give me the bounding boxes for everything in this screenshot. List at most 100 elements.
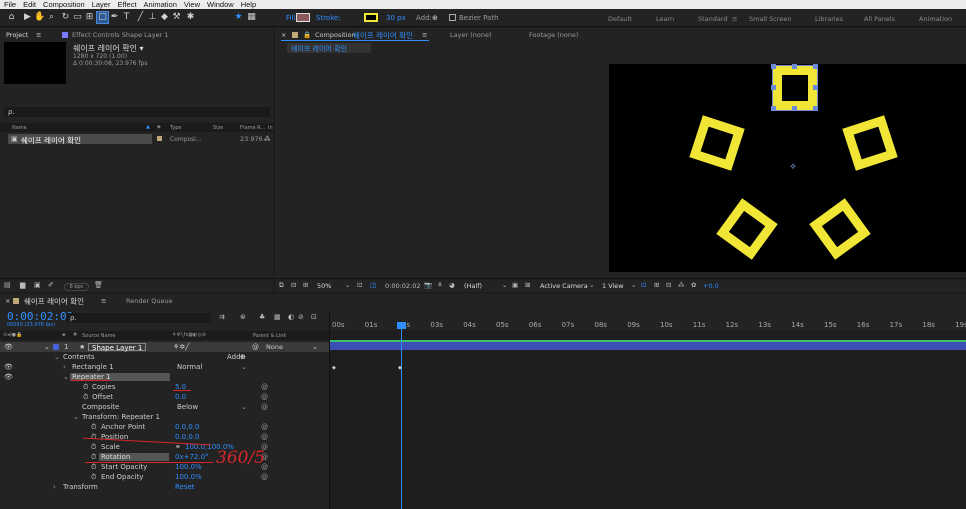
repeater-eye-icon[interactable]: 👁 — [4, 372, 13, 382]
copies-pickwhip-icon[interactable]: @ — [261, 382, 268, 392]
pen-tool-icon[interactable]: ✒ — [109, 12, 120, 23]
puppet-tool-icon[interactable]: ✱ — [185, 12, 196, 23]
snapping-star-icon[interactable]: ★ — [233, 12, 244, 23]
draft-3d-icon[interactable]: ⊟ — [291, 281, 296, 289]
keyframe-marker[interactable]: ◆ — [332, 365, 336, 371]
project-item-name[interactable]: 쉐이프 레이어 확인 — [21, 135, 81, 146]
workspace-small-screen[interactable]: Small Screen — [749, 15, 791, 23]
position-pickwhip-icon[interactable]: @ — [261, 432, 268, 442]
zoom-select[interactable]: 50% — [317, 282, 331, 290]
comp-tab-menu-icon[interactable]: ≡ — [422, 31, 427, 39]
layer-duration-bar[interactable] — [330, 342, 966, 350]
end-opacity-pickwhip-icon[interactable]: @ — [261, 472, 268, 482]
frame-blending-icon[interactable]: ▦ — [274, 313, 281, 321]
rectangle-row[interactable]: 👁 › Rectangle 1 Normal ⌄ — [0, 362, 329, 372]
anchor-row[interactable]: ⏱ Anchor Point 0.0,0.0 @ — [0, 422, 329, 432]
layer-label-color[interactable] — [53, 344, 59, 350]
rect-blend-dropdown-icon[interactable]: ⌄ — [241, 362, 247, 372]
start-opacity-value[interactable]: 100.0% — [175, 462, 202, 472]
position-value[interactable]: 0.0,0.0 — [175, 432, 200, 442]
transform-expand-icon[interactable]: › — [53, 482, 56, 492]
view-layout-select[interactable]: 1 View — [602, 282, 624, 290]
clone-stamp-tool-icon[interactable]: ⊥ — [147, 12, 158, 23]
workspace-menu-icon[interactable]: ≡ — [732, 15, 737, 23]
lock-icon[interactable]: 🔒 — [303, 31, 311, 39]
rect-eye-icon[interactable]: 👁 — [4, 362, 13, 372]
timeline-search-input[interactable]: ρ. — [66, 313, 211, 323]
time-ruler[interactable]: 00s01s02s03s04s05s06s07s08s09s10s11s12s1… — [330, 312, 966, 330]
comp-mini-flowchart-icon[interactable]: ⇉ — [219, 313, 225, 321]
footage-tab[interactable]: Footage (none) — [529, 31, 578, 39]
position-row[interactable]: ⏱ Position 0.0,0.0 @ — [0, 432, 329, 442]
viewer-timecode[interactable]: 0:00:02:02 — [385, 282, 421, 290]
draft-3d-timeline-icon[interactable]: ⊛ — [240, 313, 246, 321]
end-opacity-value[interactable]: 100.0% — [175, 472, 202, 482]
render-queue-tab[interactable]: Render Queue — [126, 297, 173, 305]
rect-expand-icon[interactable]: › — [63, 362, 66, 372]
anchor-point-icon[interactable]: ⟡ — [790, 162, 796, 172]
flowchart-icon[interactable]: ⁂ — [678, 281, 685, 289]
layer-switches-icons[interactable]: ⚘✲╱ — [173, 342, 189, 352]
rotation-value[interactable]: 0x+72.0° — [175, 452, 209, 462]
project-menu-icon[interactable]: ≡ — [36, 31, 41, 39]
zoom-dropdown-icon[interactable]: ⌄ — [345, 281, 350, 289]
menu-composition[interactable]: Composition — [43, 0, 85, 9]
effect-controls-tab[interactable]: Effect Controls Shape Layer 1 — [72, 31, 168, 39]
scale-row[interactable]: ⏱ Scale ⚭ 100.0,100.0% @ — [0, 442, 329, 452]
menu-animation[interactable]: Animation — [144, 0, 177, 9]
workspace-libraries[interactable]: Libraries — [815, 15, 843, 23]
visibility-eye-icon[interactable]: 👁 — [4, 342, 13, 352]
contents-row[interactable]: ⌄ Contents Add: ⊕ — [0, 352, 329, 362]
comp-tab-prefix[interactable]: Composition — [315, 31, 356, 39]
end-opacity-row[interactable]: ⏱ End Opacity 100.0% @ — [0, 472, 329, 482]
add-plus-icon[interactable]: ⊕ — [432, 14, 438, 22]
workspace-animation[interactable]: Animation — [919, 15, 952, 23]
composite-select[interactable]: Below — [177, 402, 198, 412]
menu-view[interactable]: View — [184, 0, 200, 9]
composite-row[interactable]: Composite Below ⌄ @ — [0, 402, 329, 412]
rotate-tool-icon[interactable]: ↻ — [60, 12, 71, 23]
timeline-icon[interactable]: ⊟ — [666, 281, 671, 289]
camera-tool-icon[interactable]: ▭ — [72, 12, 83, 23]
new-composition-icon[interactable]: ▣ — [34, 281, 41, 289]
rect-blend-select[interactable]: Normal — [177, 362, 202, 372]
timeline-track-area[interactable]: 00s01s02s03s04s05s06s07s08s09s10s11s12s1… — [329, 312, 966, 509]
offset-pickwhip-icon[interactable]: @ — [261, 392, 268, 402]
fit-icon[interactable]: ⊡ — [357, 281, 362, 289]
pan-behind-tool-icon[interactable]: ⊞ — [84, 12, 95, 23]
show-snapshot-icon[interactable]: ⚘ — [437, 281, 443, 289]
workspace-learn[interactable]: Learn — [656, 15, 674, 23]
scale-stopwatch-icon[interactable]: ⏱ — [91, 442, 96, 452]
camera-dropdown-icon[interactable]: ⌄ — [589, 281, 594, 289]
fast-preview-icon[interactable]: ⊞ — [654, 281, 659, 289]
sort-arrow-icon[interactable]: ▲ — [146, 124, 150, 130]
playhead-handle[interactable] — [397, 322, 406, 329]
offset-value[interactable]: 0.0 — [175, 392, 186, 402]
selection-tool-icon[interactable]: ▶ — [22, 12, 33, 23]
graph-editor-icon[interactable]: ⊘ — [298, 313, 304, 321]
camera-select[interactable]: Active Camera — [540, 282, 588, 290]
rectangle-tool-icon[interactable]: □ — [96, 11, 109, 24]
col-size[interactable]: Size — [213, 125, 223, 131]
timeline-close-icon[interactable]: × — [5, 297, 10, 305]
rotation-row[interactable]: ⏱ Rotation 0x+72.0° @ — [0, 452, 329, 462]
anchor-value[interactable]: 0.0,0.0 — [175, 422, 200, 432]
layer-name[interactable]: Shape Layer 1 — [88, 343, 147, 352]
timeline-tab-menu-icon[interactable]: ≡ — [101, 297, 106, 305]
transform-reset-button[interactable]: Reset — [175, 482, 195, 492]
stroke-swatch[interactable] — [364, 13, 378, 22]
menu-window[interactable]: Window — [207, 0, 234, 9]
type-tool-icon[interactable]: T — [121, 12, 132, 23]
layer-expand-icon[interactable]: ⌄ — [44, 342, 50, 352]
menu-help[interactable]: Help — [241, 0, 256, 9]
composite-dropdown-icon[interactable]: ⌄ — [241, 402, 247, 412]
transform-row[interactable]: › Transform Reset — [0, 482, 329, 492]
transparency-grid-icon[interactable]: ⊠ — [525, 281, 530, 289]
comp-canvas[interactable]: ⟡ — [609, 64, 966, 272]
transform-repeater-expand-icon[interactable]: ⌄ — [73, 412, 79, 422]
workspace-default[interactable]: Default — [608, 15, 632, 23]
timeline-comp-tab[interactable]: 쉐이프 레이어 확인 — [24, 296, 84, 307]
start-opacity-stopwatch-icon[interactable]: ⏱ — [91, 462, 96, 472]
shy-layers-icon[interactable]: ♣ — [259, 313, 265, 321]
new-folder-icon[interactable]: ▆ — [20, 281, 25, 289]
